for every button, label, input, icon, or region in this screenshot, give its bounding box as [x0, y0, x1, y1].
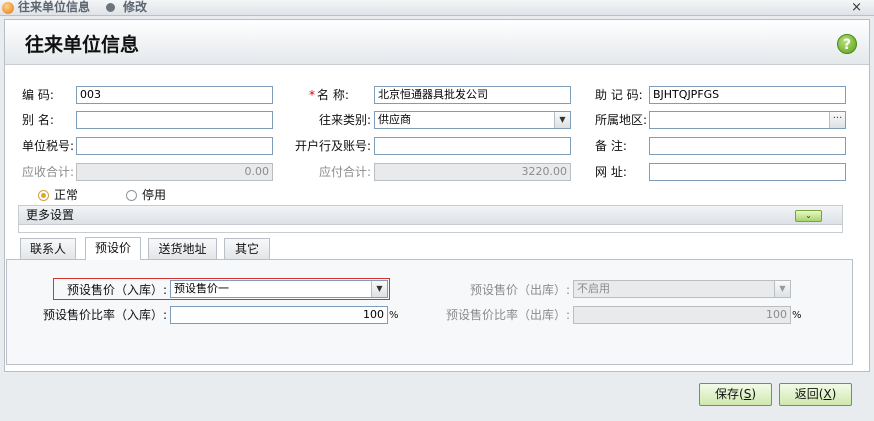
required-mark: *: [309, 88, 315, 102]
name-label: * 名 称:: [309, 88, 349, 102]
remark-label: 备 注:: [595, 139, 627, 153]
status-disabled-label: 停用: [142, 188, 167, 202]
tax-input[interactable]: [76, 137, 273, 155]
preset-out-ratio-label: 预设售价比率（出库）:: [446, 308, 571, 322]
help-icon[interactable]: ?: [837, 34, 857, 54]
more-settings-bar: 更多设置 ⌄: [18, 205, 843, 233]
app-logo-icon: [2, 2, 14, 14]
name-input[interactable]: 北京恒通器具批发公司: [374, 86, 571, 104]
region-label: 所属地区:: [595, 113, 648, 127]
chevron-down-icon: ▼: [774, 281, 790, 297]
ellipsis-icon[interactable]: ···: [829, 112, 845, 128]
code-label: 编 码:: [22, 88, 54, 102]
receivable-field: 0.00: [76, 163, 273, 181]
back-button[interactable]: 返回(X): [779, 383, 852, 406]
percent-in-label: %: [389, 310, 399, 321]
tax-label: 单位税号:: [22, 139, 75, 153]
expand-more-button[interactable]: ⌄: [795, 210, 822, 222]
preset-out-price-select: 不启用 ▼: [573, 280, 791, 298]
dialog-header: 往来单位信息 ?: [5, 20, 869, 65]
chevron-down-icon[interactable]: ▼: [554, 112, 570, 128]
remark-input[interactable]: [649, 137, 846, 155]
window-mode: 修改: [123, 0, 148, 14]
window-titlebar: 往来单位信息 修改 ×: [0, 0, 874, 16]
preset-in-ratio-label: 预设售价比率（入库）:: [43, 308, 168, 322]
category-value: 供应商: [378, 113, 411, 126]
category-label: 往来类别:: [319, 113, 372, 127]
bank-label: 开户行及账号:: [295, 139, 372, 153]
preset-in-price-select[interactable]: 预设售价一 ▼: [170, 280, 388, 298]
payable-field: 3220.00: [374, 163, 571, 181]
mnemonic-input[interactable]: BJHTQJPFGS: [649, 86, 846, 104]
website-label: 网 址:: [595, 165, 627, 179]
title-separator-icon: [106, 3, 115, 12]
save-button[interactable]: 保存(S): [699, 383, 772, 406]
status-disabled-radio[interactable]: [126, 190, 137, 201]
tab-other[interactable]: 其它: [224, 238, 270, 260]
page-title: 往来单位信息: [25, 34, 140, 56]
preset-in-ratio-input[interactable]: 100: [170, 306, 388, 324]
preset-out-price-label: 预设售价（出库）:: [470, 283, 571, 297]
tab-preset-price[interactable]: 预设价: [85, 237, 141, 260]
category-select[interactable]: 供应商 ▼: [374, 111, 571, 129]
status-normal-radio[interactable]: [38, 190, 49, 201]
chevron-down-icon[interactable]: ▼: [371, 281, 387, 297]
preset-out-ratio-field: 100: [573, 306, 791, 324]
bank-input[interactable]: [374, 137, 571, 155]
region-input[interactable]: ···: [649, 111, 846, 129]
alias-input[interactable]: [76, 111, 273, 129]
more-settings-label: 更多设置: [26, 208, 75, 222]
preset-in-price-value: 预设售价一: [174, 282, 229, 295]
receivable-label: 应收合计:: [22, 165, 75, 179]
status-normal-label: 正常: [54, 188, 79, 202]
mnemonic-label: 助 记 码:: [595, 88, 643, 102]
preset-out-price-value: 不启用: [577, 282, 610, 295]
percent-out-label: %: [792, 310, 802, 321]
close-icon[interactable]: ×: [851, 0, 862, 15]
website-input[interactable]: [649, 163, 846, 181]
preset-in-price-label: 预设售价（入库）:: [67, 283, 168, 297]
alias-label: 别 名:: [22, 113, 54, 127]
tab-delivery-address[interactable]: 送货地址: [148, 238, 217, 260]
payable-label: 应付合计:: [319, 165, 372, 179]
tab-contacts[interactable]: 联系人: [20, 238, 76, 260]
code-input[interactable]: 003: [76, 86, 273, 104]
window-title: 往来单位信息: [18, 0, 91, 14]
